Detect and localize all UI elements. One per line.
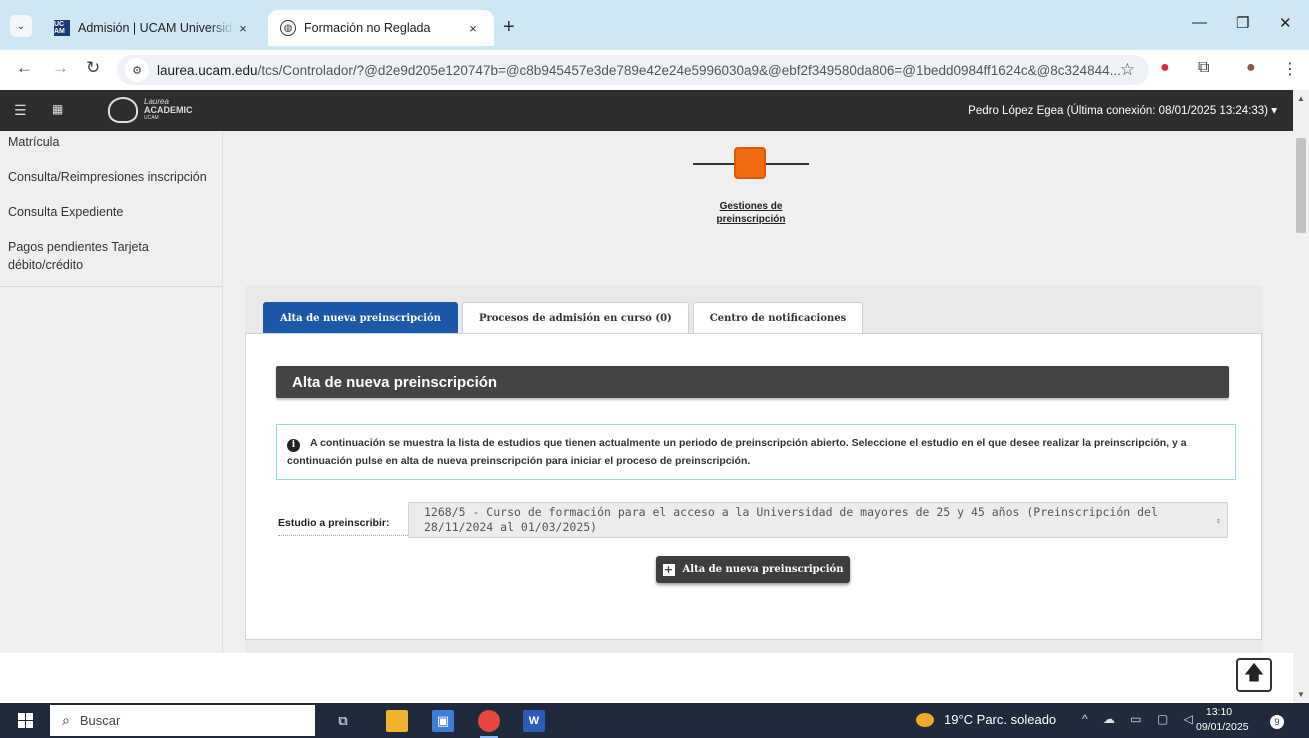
sidebar-item-consulta-expediente[interactable]: Consulta Expediente — [0, 203, 222, 221]
globe-icon: ◍ — [280, 20, 296, 36]
browser-tab-formacion[interactable]: ◍ Formación no Reglada × — [268, 10, 494, 46]
sidebar-item-pagos-pendientes[interactable]: Pagos pendientes Tarjeta débito/crédito — [0, 238, 222, 274]
scroll-thumb[interactable] — [1296, 138, 1306, 233]
user-menu[interactable]: Pedro López Egea (Última conexión: 08/01… — [968, 103, 1277, 117]
microsoft-store-icon[interactable]: ▣ — [432, 710, 454, 732]
section-title: Alta de nueva preinscripción — [276, 366, 1229, 398]
back-to-top-button[interactable]: 🡅 — [1236, 658, 1272, 692]
scroll-down-icon[interactable]: ▼ — [1297, 690, 1305, 699]
sidebar-menu: Matrícula Consulta/Reimpresiones inscrip… — [0, 131, 222, 287]
laurel-icon — [108, 97, 138, 123]
extension-icon[interactable]: ● — [1160, 59, 1170, 77]
sidebar-item-matricula[interactable]: Matrícula — [0, 131, 222, 151]
search-placeholder: Buscar — [79, 713, 121, 728]
laurea-academic-logo[interactable]: Laurea ACADEMIC UCAM — [108, 97, 193, 123]
notification-center-icon[interactable]: 9 — [1270, 712, 1284, 729]
close-window-icon[interactable]: ✕ — [1279, 14, 1292, 32]
system-tray-icons[interactable]: ^ ☁ ▭ ▢ ◁ — [1082, 712, 1199, 726]
site-info-icon[interactable]: ⚙ — [125, 58, 149, 82]
info-text: A continuación se muestra la lista de es… — [287, 437, 1187, 467]
apps-grid-icon[interactable]: ▦ — [52, 102, 63, 116]
clock[interactable]: 13:10 09/01/2025 — [1196, 705, 1249, 735]
address-bar[interactable]: ⚙ laurea.ucam.edu/tcs/Controlador/?@d2e9… — [117, 55, 1149, 85]
url-text: laurea.ucam.edu/tcs/Controlador/?@d2e9d2… — [157, 63, 1149, 78]
minimize-icon[interactable]: — — [1192, 14, 1207, 31]
windows-start-icon[interactable] — [18, 713, 33, 728]
tab-search-button[interactable]: ⌄ — [10, 15, 32, 37]
ucam-favicon-icon: UC AM — [54, 20, 70, 36]
url-path: /tcs/Controlador/?@d2e9d205e120747b=@c8b… — [257, 62, 1121, 78]
tab-title: Admisión | UCAM Universidad Católica de … — [78, 21, 234, 35]
windows-taskbar: ⌕ Buscar ⧉ ▣ W 19°C Parc. soleado ^ ☁ ▭ … — [0, 703, 1309, 738]
tab-panel: Alta de nueva preinscripción iA continua… — [245, 333, 1262, 640]
word-icon[interactable]: W — [523, 710, 545, 732]
sidebar: Matrícula Consulta/Reimpresiones inscrip… — [0, 131, 223, 653]
main-content: Gestiones de preinscripción Alta de nuev… — [223, 131, 1293, 653]
study-field-label: Estudio a preinscribir: — [278, 517, 408, 536]
extensions-puzzle-icon[interactable]: ⧉ — [1198, 59, 1209, 77]
taskbar-search[interactable]: ⌕ Buscar — [50, 705, 315, 736]
tab-title: Formación no Reglada — [304, 21, 431, 35]
weather-icon — [916, 712, 934, 727]
browser-menu-icon[interactable]: ⋮ — [1282, 59, 1298, 79]
info-message: iA continuación se muestra la lista de e… — [276, 424, 1236, 480]
logo-main: ACADEMIC — [144, 105, 193, 115]
browser-tab-bar: ⌄ UC AM Admisión | UCAM Universidad Cató… — [0, 0, 1309, 50]
browser-toolbar: ← → ↻ ⚙ laurea.ucam.edu/tcs/Controlador/… — [0, 50, 1309, 90]
alta-nueva-preinscripcion-button[interactable]: + Alta de nueva preinscripción — [656, 556, 850, 583]
app-header: ☰ ▦ Laurea ACADEMIC UCAM Pedro López Ege… — [0, 90, 1293, 131]
notification-count: 9 — [1270, 715, 1284, 729]
study-select[interactable]: 1268/5 - Curso de formación para el acce… — [408, 502, 1228, 538]
close-tab-icon[interactable]: × — [234, 21, 252, 36]
user-name: Pedro López Egea (Última conexión: 08/01… — [968, 105, 1269, 117]
plus-icon: + — [662, 562, 675, 576]
tab-alta-nueva-preinscripcion[interactable]: Alta de nueva preinscripción — [263, 302, 458, 333]
url-host: laurea.ucam.edu — [157, 62, 258, 78]
weather-text: 19°C Parc. soleado — [944, 712, 1057, 727]
restore-icon[interactable]: ❐ — [1236, 14, 1249, 32]
weather-widget[interactable]: 19°C Parc. soleado — [916, 712, 1056, 727]
tab-procesos-admision[interactable]: Procesos de admisión en curso (0) — [461, 302, 689, 333]
study-select-value: 1268/5 - Curso de formación para el acce… — [424, 505, 1158, 534]
task-view-icon[interactable]: ⧉ — [332, 710, 354, 732]
clock-time: 13:10 — [1205, 706, 1233, 718]
scroll-up-icon[interactable]: ▲ — [1297, 94, 1305, 103]
page-scrollbar[interactable]: ▲ ▼ — [1293, 90, 1309, 703]
browser-tab-admision[interactable]: UC AM Admisión | UCAM Universidad Católi… — [42, 10, 264, 46]
info-icon: i — [287, 439, 300, 452]
new-tab-button[interactable]: + — [503, 16, 515, 39]
tab-strip: Alta de nueva preinscripción Procesos de… — [263, 302, 867, 333]
tab-centro-notificaciones[interactable]: Centro de notificaciones — [692, 302, 864, 333]
sidebar-item-consulta-reimpresiones[interactable]: Consulta/Reimpresiones inscripción — [0, 168, 222, 186]
reload-icon[interactable]: ↻ — [86, 58, 100, 78]
select-arrows-icon: ⇕ — [1216, 516, 1221, 525]
profile-avatar-icon[interactable]: ● — [1246, 59, 1256, 77]
close-tab-icon[interactable]: × — [464, 21, 482, 36]
search-icon: ⌕ — [62, 712, 70, 728]
step-label[interactable]: Gestiones de preinscripción — [693, 200, 809, 226]
forward-arrow-icon[interactable]: → — [52, 58, 69, 78]
caret-down-icon: ▾ — [1271, 105, 1277, 117]
step-marker[interactable] — [734, 147, 766, 179]
menu-toggle-icon[interactable]: ☰ — [14, 102, 27, 119]
chrome-icon[interactable] — [478, 710, 500, 738]
preinscription-panel: Alta de nueva preinscripción Procesos de… — [245, 285, 1263, 653]
button-label: Alta de nueva preinscripción — [682, 564, 844, 575]
clock-date: 09/01/2025 — [1196, 721, 1249, 733]
logo-sub: UCAM — [144, 115, 159, 121]
bookmark-star-icon[interactable]: ☆ — [1120, 60, 1135, 80]
back-arrow-icon[interactable]: ← — [16, 58, 33, 78]
file-explorer-icon[interactable] — [386, 710, 408, 732]
arrow-up-icon: 🡅 — [1243, 662, 1265, 684]
